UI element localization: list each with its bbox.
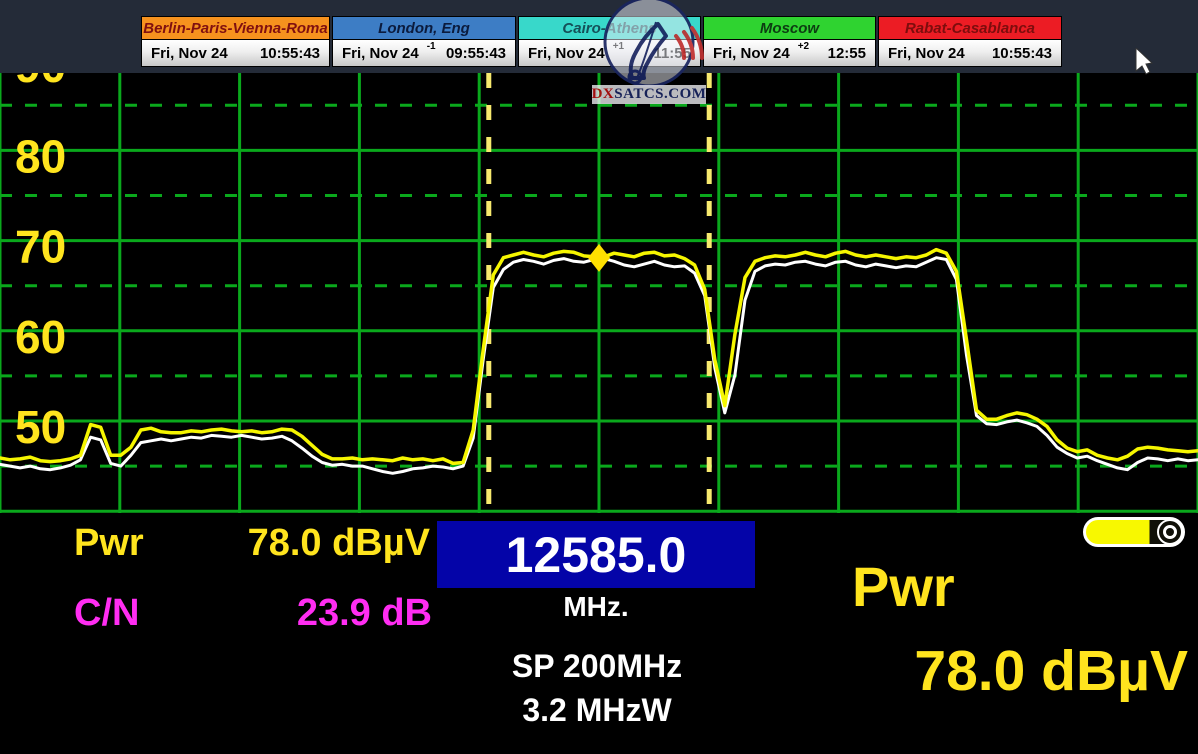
- logo-text-dx: DX: [592, 86, 615, 103]
- city-datetime: Fri, Nov 24 10:55:43: [142, 40, 329, 66]
- pwr-label: Pwr: [74, 522, 144, 565]
- power-toggle[interactable]: [1083, 517, 1185, 547]
- spectrum-plot[interactable]: 90 80 70 60 50: [0, 73, 1198, 513]
- city-date: Fri, Nov 24: [713, 45, 790, 62]
- city-utc-offset: -1: [427, 41, 436, 52]
- y-axis-label: 80: [15, 130, 66, 182]
- mouse-cursor: [1135, 48, 1155, 76]
- big-pwr-label: Pwr: [852, 554, 955, 619]
- city-time: 09:55:43: [446, 45, 506, 62]
- toggle-knob[interactable]: [1157, 519, 1183, 545]
- city-name: Berlin-Paris-Vienna-Roma: [142, 17, 329, 40]
- city-date: Fri, Nov 24: [151, 45, 228, 62]
- clock-cell-5: Rabat-Casablanca Fri, Nov 24 10:55:43: [878, 16, 1062, 67]
- dxsatcs-logo: DXSATCS.COM: [592, 0, 706, 104]
- city-time: 10:55:43: [260, 45, 320, 62]
- city-time: 12:55: [828, 45, 866, 62]
- y-axis-label: 70: [15, 221, 66, 273]
- toggle-knob-ring: [1163, 525, 1177, 539]
- frequency-unit: MHz.: [437, 591, 755, 623]
- city-date: Fri, Nov 24: [342, 45, 419, 62]
- frequency-display[interactable]: 12585.0: [437, 521, 755, 588]
- clock-cell-4: Moscow Fri, Nov 24 +2 12:55: [703, 16, 876, 67]
- city-time: 10:55:43: [992, 45, 1052, 62]
- bandwidth-readout: 3.2 MHzW: [407, 692, 787, 729]
- y-axis-label: 90: [15, 73, 66, 92]
- y-axis-label: 50: [15, 401, 66, 453]
- span-readout: SP 200MHz: [407, 648, 787, 685]
- city-datetime: Fri, Nov 24 -1 09:55:43: [333, 40, 515, 66]
- logo-text: DXSATCS.COM: [592, 85, 706, 104]
- city-datetime: Fri, Nov 24 +2 12:55: [704, 40, 875, 66]
- city-date: Fri, Nov 24: [888, 45, 965, 62]
- city-datetime: Fri, Nov 24 10:55:43: [879, 40, 1061, 66]
- y-axis-label: 60: [15, 311, 66, 363]
- cn-label: C/N: [74, 592, 139, 635]
- logo-text-rest: SATCS.COM: [614, 86, 706, 103]
- clock-cell-2: London, Eng Fri, Nov 24 -1 09:55:43: [332, 16, 516, 67]
- big-pwr-value: 78.0 dBµV: [914, 638, 1188, 704]
- city-utc-offset: +2: [798, 41, 809, 52]
- city-name: Moscow: [704, 17, 875, 40]
- clock-cell-1: Berlin-Paris-Vienna-Roma Fri, Nov 24 10:55…: [141, 16, 330, 67]
- satmeter-screen: 9080706050 Berlin-Paris-Vienna-RomaFri, …: [0, 0, 1198, 754]
- cn-value: 23.9 dB: [297, 592, 432, 635]
- city-name: London, Eng: [333, 17, 515, 40]
- city-name: Rabat-Casablanca: [879, 17, 1061, 40]
- pwr-value: 78.0 dBµV: [248, 522, 430, 565]
